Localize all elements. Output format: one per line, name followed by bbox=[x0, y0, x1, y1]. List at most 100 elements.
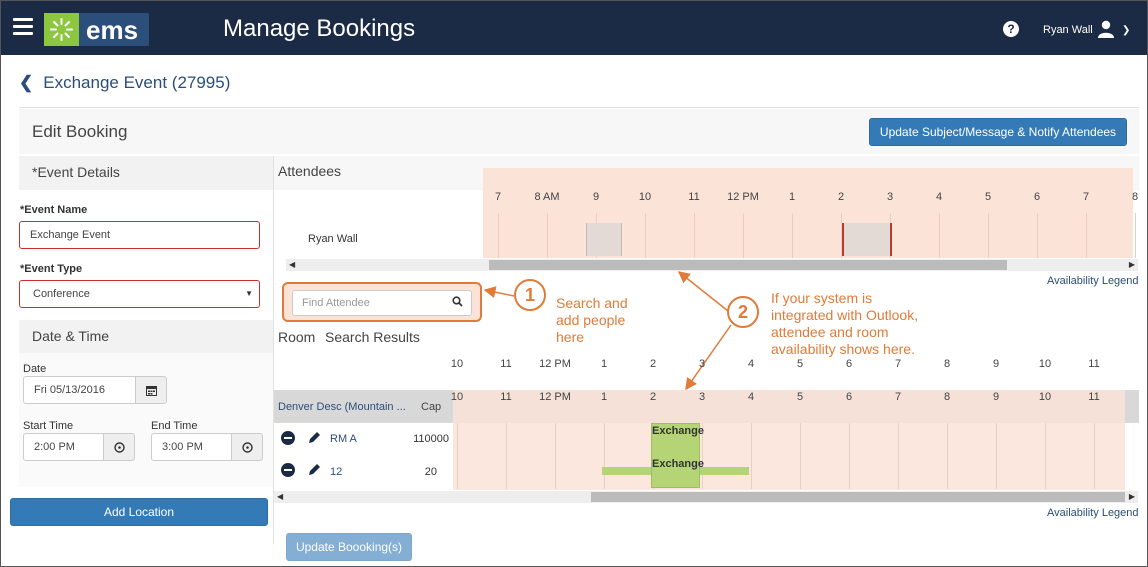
event-type-label: *Event Type bbox=[20, 263, 83, 275]
user-icon[interactable] bbox=[1098, 20, 1114, 38]
room-name-link[interactable]: 12 bbox=[330, 466, 342, 478]
booking-highlight bbox=[843, 223, 892, 256]
find-attendee-input[interactable]: Find Attendee bbox=[292, 290, 472, 316]
edit-booking-title: Edit Booking bbox=[32, 122, 128, 141]
scroll-right-icon[interactable]: ▶ bbox=[1129, 259, 1135, 271]
room-hour-label: 1 bbox=[600, 391, 608, 403]
callout-1-badge: 1 bbox=[514, 279, 546, 311]
pencil-icon[interactable] bbox=[307, 430, 322, 448]
chevron-down-icon[interactable]: ❯ bbox=[1122, 25, 1130, 36]
booking-label: Exchange bbox=[652, 458, 704, 470]
back-link[interactable]: ❮ Exchange Event (27995) bbox=[19, 73, 230, 93]
help-icon[interactable]: ? bbox=[1003, 21, 1019, 37]
chevron-left-icon: ❮ bbox=[19, 73, 34, 92]
callout-1-text: Search and add people here bbox=[556, 295, 628, 346]
date-field[interactable]: Fri 05/13/2016 bbox=[23, 376, 136, 404]
attendees-title: Attendees bbox=[278, 163, 342, 179]
attendee-hour-label: 3 bbox=[886, 191, 894, 203]
event-name-field[interactable]: Exchange Event bbox=[19, 221, 260, 249]
menu-icon[interactable] bbox=[13, 18, 33, 36]
remove-icon[interactable] bbox=[281, 463, 295, 480]
room-hour-label: 9 bbox=[992, 391, 1000, 403]
room-hour-label: 10 bbox=[450, 358, 464, 370]
clock-icon[interactable] bbox=[103, 433, 135, 461]
date-label: Date bbox=[23, 363, 47, 375]
event-type-select[interactable]: Conference ▼ bbox=[19, 280, 260, 308]
scroll-left-icon[interactable]: ◀ bbox=[277, 491, 283, 503]
hour-grid-line bbox=[1135, 213, 1136, 258]
end-time-field[interactable]: 3:00 PM bbox=[151, 433, 232, 461]
hour-grid-line bbox=[604, 423, 605, 489]
room-hour-label: 4 bbox=[747, 358, 755, 370]
hour-grid-line bbox=[1045, 423, 1046, 489]
user-name[interactable]: Ryan Wall bbox=[1043, 24, 1093, 36]
logo-mark-icon bbox=[44, 13, 79, 46]
hour-grid-line bbox=[645, 213, 646, 258]
update-notify-button[interactable]: Update Subject/Message & Notify Attendee… bbox=[869, 118, 1127, 146]
hour-grid-line bbox=[996, 423, 997, 489]
find-attendee-highlight: Find Attendee bbox=[282, 282, 482, 322]
hour-grid-line bbox=[947, 423, 948, 489]
remove-icon[interactable] bbox=[281, 431, 295, 448]
top-bar: ems Manage Bookings ? Ryan Wall ❯ bbox=[1, 1, 1147, 55]
availability-legend-link[interactable]: Availability Legend bbox=[1047, 507, 1139, 519]
add-location-button[interactable]: Add Location bbox=[10, 498, 268, 526]
callout-line: Search and bbox=[556, 295, 628, 311]
room-hour-label: 6 bbox=[845, 358, 853, 370]
hour-grid-line bbox=[1094, 423, 1095, 489]
hour-grid-line bbox=[498, 213, 499, 258]
scroll-left-icon[interactable]: ◀ bbox=[289, 259, 295, 271]
hour-grid-line bbox=[800, 423, 801, 489]
event-title: Exchange Event (27995) bbox=[43, 73, 231, 92]
hour-grid-line bbox=[849, 423, 850, 489]
scroll-thumb[interactable] bbox=[591, 492, 1125, 502]
attendee-hour-label: 7 bbox=[1082, 191, 1090, 203]
update-bookings-button[interactable]: Update Boooking(s) bbox=[286, 533, 412, 561]
hour-grid-line bbox=[694, 213, 695, 258]
room-hour-label: 9 bbox=[992, 358, 1000, 370]
hour-grid-line bbox=[555, 423, 556, 489]
room-name-link[interactable]: RM A bbox=[330, 433, 357, 445]
app-window: ems Manage Bookings ? Ryan Wall ❯ ❮ Excha… bbox=[0, 0, 1148, 567]
attendee-name: Ryan Wall bbox=[308, 233, 358, 245]
hour-grid-line bbox=[939, 213, 940, 258]
scroll-right-icon[interactable]: ▶ bbox=[1129, 491, 1135, 503]
room-hour-label: 3 bbox=[698, 391, 706, 403]
room-hour-label: 5 bbox=[796, 358, 804, 370]
tab-room[interactable]: Room bbox=[278, 329, 315, 345]
attendee-hour-label: 12 PM bbox=[727, 191, 759, 203]
hour-grid-line bbox=[506, 423, 507, 489]
room-capacity: 20 bbox=[424, 466, 437, 478]
attendee-hour-label: 7 bbox=[494, 191, 502, 203]
scroll-thumb[interactable] bbox=[489, 260, 1007, 270]
room-capacity: 110000 bbox=[413, 433, 449, 445]
calendar-icon[interactable] bbox=[135, 376, 167, 404]
booking-start-marker bbox=[842, 223, 844, 256]
clock-icon[interactable] bbox=[231, 433, 263, 461]
ems-logo[interactable]: ems bbox=[44, 13, 149, 46]
attendee-scrollbar[interactable]: ◀ ▶ bbox=[286, 259, 1138, 271]
attendee-hour-label: 2 bbox=[837, 191, 845, 203]
room-hour-label: 11 bbox=[500, 391, 512, 403]
room-hour-label: 5 bbox=[796, 391, 804, 403]
caret-down-icon: ▼ bbox=[245, 289, 253, 298]
room-scrollbar[interactable]: ◀ ▶ bbox=[274, 491, 1138, 503]
room-hour-label: 2 bbox=[649, 358, 657, 370]
pencil-icon[interactable] bbox=[307, 462, 322, 480]
event-details-header[interactable]: *Event Details bbox=[19, 156, 273, 190]
room-hour-label: 12 PM bbox=[539, 358, 571, 370]
attendee-hour-label: 5 bbox=[984, 191, 992, 203]
date-time-header[interactable]: Date & Time bbox=[19, 320, 273, 354]
start-time-field[interactable]: 2:00 PM bbox=[23, 433, 104, 461]
search-icon[interactable] bbox=[452, 296, 463, 310]
hour-grid-line bbox=[751, 423, 752, 489]
callout-line: If your system is bbox=[771, 290, 873, 306]
building-header[interactable]: Denver Desc (Mountain ... bbox=[278, 401, 406, 413]
divider bbox=[19, 107, 1139, 108]
room-hour-label: 11 bbox=[1088, 358, 1100, 370]
hour-grid-line bbox=[457, 423, 458, 489]
page-title: Manage Bookings bbox=[223, 15, 416, 42]
availability-legend-link[interactable]: Availability Legend bbox=[1047, 275, 1139, 287]
attendee-hour-label: 8 AM bbox=[534, 191, 560, 203]
tab-search-results[interactable]: Search Results bbox=[325, 329, 420, 345]
